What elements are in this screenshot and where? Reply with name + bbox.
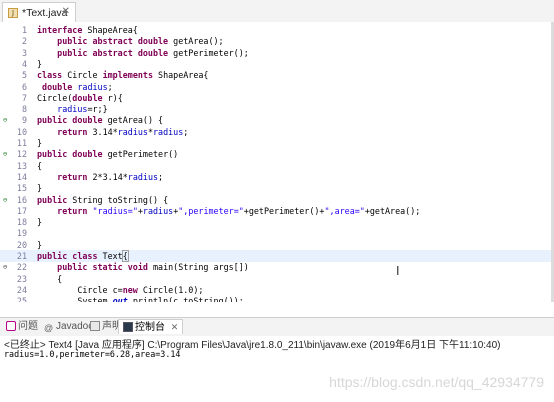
panel-tab-bar: 问题 @ Javadoc 声明 控制台 ✕ [0,317,554,337]
code-line[interactable]: 20} [0,239,554,251]
tab-problems-label: 问题 [18,321,38,332]
code-line[interactable]: 15} [0,182,554,194]
code-line[interactable]: 4} [0,58,554,70]
code-text: return 3.14*radius*radius; [57,126,189,137]
code-text: public abstract double getArea(); [57,36,224,47]
javadoc-icon: @ [44,323,54,333]
tab-console[interactable]: 控制台 ✕ [118,319,184,334]
tab-text-java[interactable]: J *Text.java ✕ [2,2,76,22]
code-line[interactable]: 23 { [0,273,554,285]
code-text: public class Text{ [37,250,129,262]
code-line[interactable]: 21 public class Text{ [0,250,554,262]
code-text: class Circle implements ShapeArea{ [37,70,209,81]
code-text: System.out.println(c.toString()); [37,296,244,302]
java-file-icon: J [8,8,18,18]
tab-problems[interactable]: 问题 [6,320,38,334]
line-number: 16 [16,194,27,205]
line-number: 7 [21,92,27,103]
code-line[interactable]: ⊖ 12 public double getPerimeter() [0,148,554,160]
problems-icon [6,321,16,331]
editor-tab-bar: J *Text.java ✕ [0,0,554,23]
line-number: 12 [16,149,27,160]
code-text: return 2*3.14*radius; [57,171,164,182]
declaration-icon [90,321,100,331]
code-line[interactable]: 8 radius=r;} [0,103,554,115]
line-number: 5 [21,70,27,81]
code-text: public abstract double getPerimeter(); [57,47,249,58]
line-number: 22 [16,262,27,273]
code-line[interactable]: 19 [0,227,554,239]
code-text: interface ShapeArea{ [37,25,138,35]
watermark: https://blog.csdn.net/qq_42934779 [329,374,544,390]
code-line[interactable]: 24 Circle c=new Circle(1.0); [0,284,554,296]
code-line[interactable]: 5 class Circle implements ShapeArea{ [0,69,554,81]
code-line[interactable]: 14 return 2*3.14*radius; [0,171,554,183]
code-line[interactable]: ⊖ 22 public static void main(String args[… [0,261,554,273]
code-text: { [37,160,43,171]
code-line[interactable]: 1 interface ShapeArea{ [0,24,554,36]
code-line[interactable]: 6 double radius; [0,81,554,93]
line-number: 25 [16,296,27,302]
line-number: 20 [16,239,27,250]
line-number: 11 [16,138,27,148]
line-number: 13 [16,160,27,171]
code-line[interactable]: 17 return "radius="+radius+",perimeter="… [0,205,554,217]
line-number: 17 [16,205,27,216]
code-line[interactable]: 10 return 3.14*radius*radius; [0,126,554,138]
line-number: 19 [16,228,27,239]
code-editor[interactable]: I 1 interface ShapeArea{2 public abstract… [0,22,554,302]
code-line[interactable]: 18} [0,216,554,228]
code-line[interactable]: 25 System.out.println(c.toString()); [0,295,554,302]
console-output-text: radius=1.0,perimeter=6.28,area=3.14 [4,349,181,359]
code-line[interactable]: 7 Circle(double r){ [0,92,554,104]
console-output-area[interactable]: <已终止> Text4 [Java 应用程序] C:\Program Files… [0,336,554,402]
code-line[interactable]: 2 public abstract double getArea(); [0,35,554,47]
code-line[interactable]: 13 { [0,160,554,172]
code-text: { [37,273,63,284]
code-line[interactable]: 11} [0,137,554,149]
code-line[interactable]: ⊖ 9 public double getArea() { [0,114,554,126]
code-text: double radius; [42,81,113,92]
line-number: 6 [21,81,27,92]
code-text: return "radius="+radius+",perimeter="+ge… [57,205,421,216]
code-text: public double getArea() { [37,115,164,126]
code-text: } [37,138,43,148]
code-text: public static void main(String args[]) [57,262,249,273]
line-number: 21 [16,251,27,261]
code-text: public String toString() { [37,194,169,205]
line-number: 15 [16,183,27,194]
code-text: public double getPerimeter() [37,149,179,160]
line-number: 23 [16,273,27,284]
line-number: 1 [21,25,27,35]
line-number: 9 [21,115,27,126]
close-icon[interactable]: ✕ [62,6,70,17]
tab-javadoc[interactable]: @ Javadoc [44,320,93,334]
line-number: 18 [16,217,27,228]
line-number: 3 [21,47,27,58]
line-number: 24 [16,284,27,295]
console-icon [123,322,133,332]
code-line[interactable]: 3 public abstract double getPerimeter(); [0,47,554,59]
code-text: radius=r;} [57,104,108,115]
code-text: } [37,183,43,194]
close-icon[interactable]: ✕ [171,322,179,332]
line-number: 8 [21,104,27,115]
code-text: Circle c=new Circle(1.0); [37,284,204,295]
line-number: 2 [21,36,27,47]
tab-console-label: 控制台 [135,322,165,333]
line-number: 14 [16,171,27,182]
line-number: 10 [16,126,27,137]
tab-javadoc-label: Javadoc [56,321,94,332]
code-text: } [37,239,43,250]
code-line[interactable]: ⊖ 16 public String toString() { [0,194,554,206]
code-text: } [37,58,43,69]
code-text: Circle(double r){ [37,92,123,103]
code-text: } [37,217,43,228]
line-number: 4 [21,58,27,69]
